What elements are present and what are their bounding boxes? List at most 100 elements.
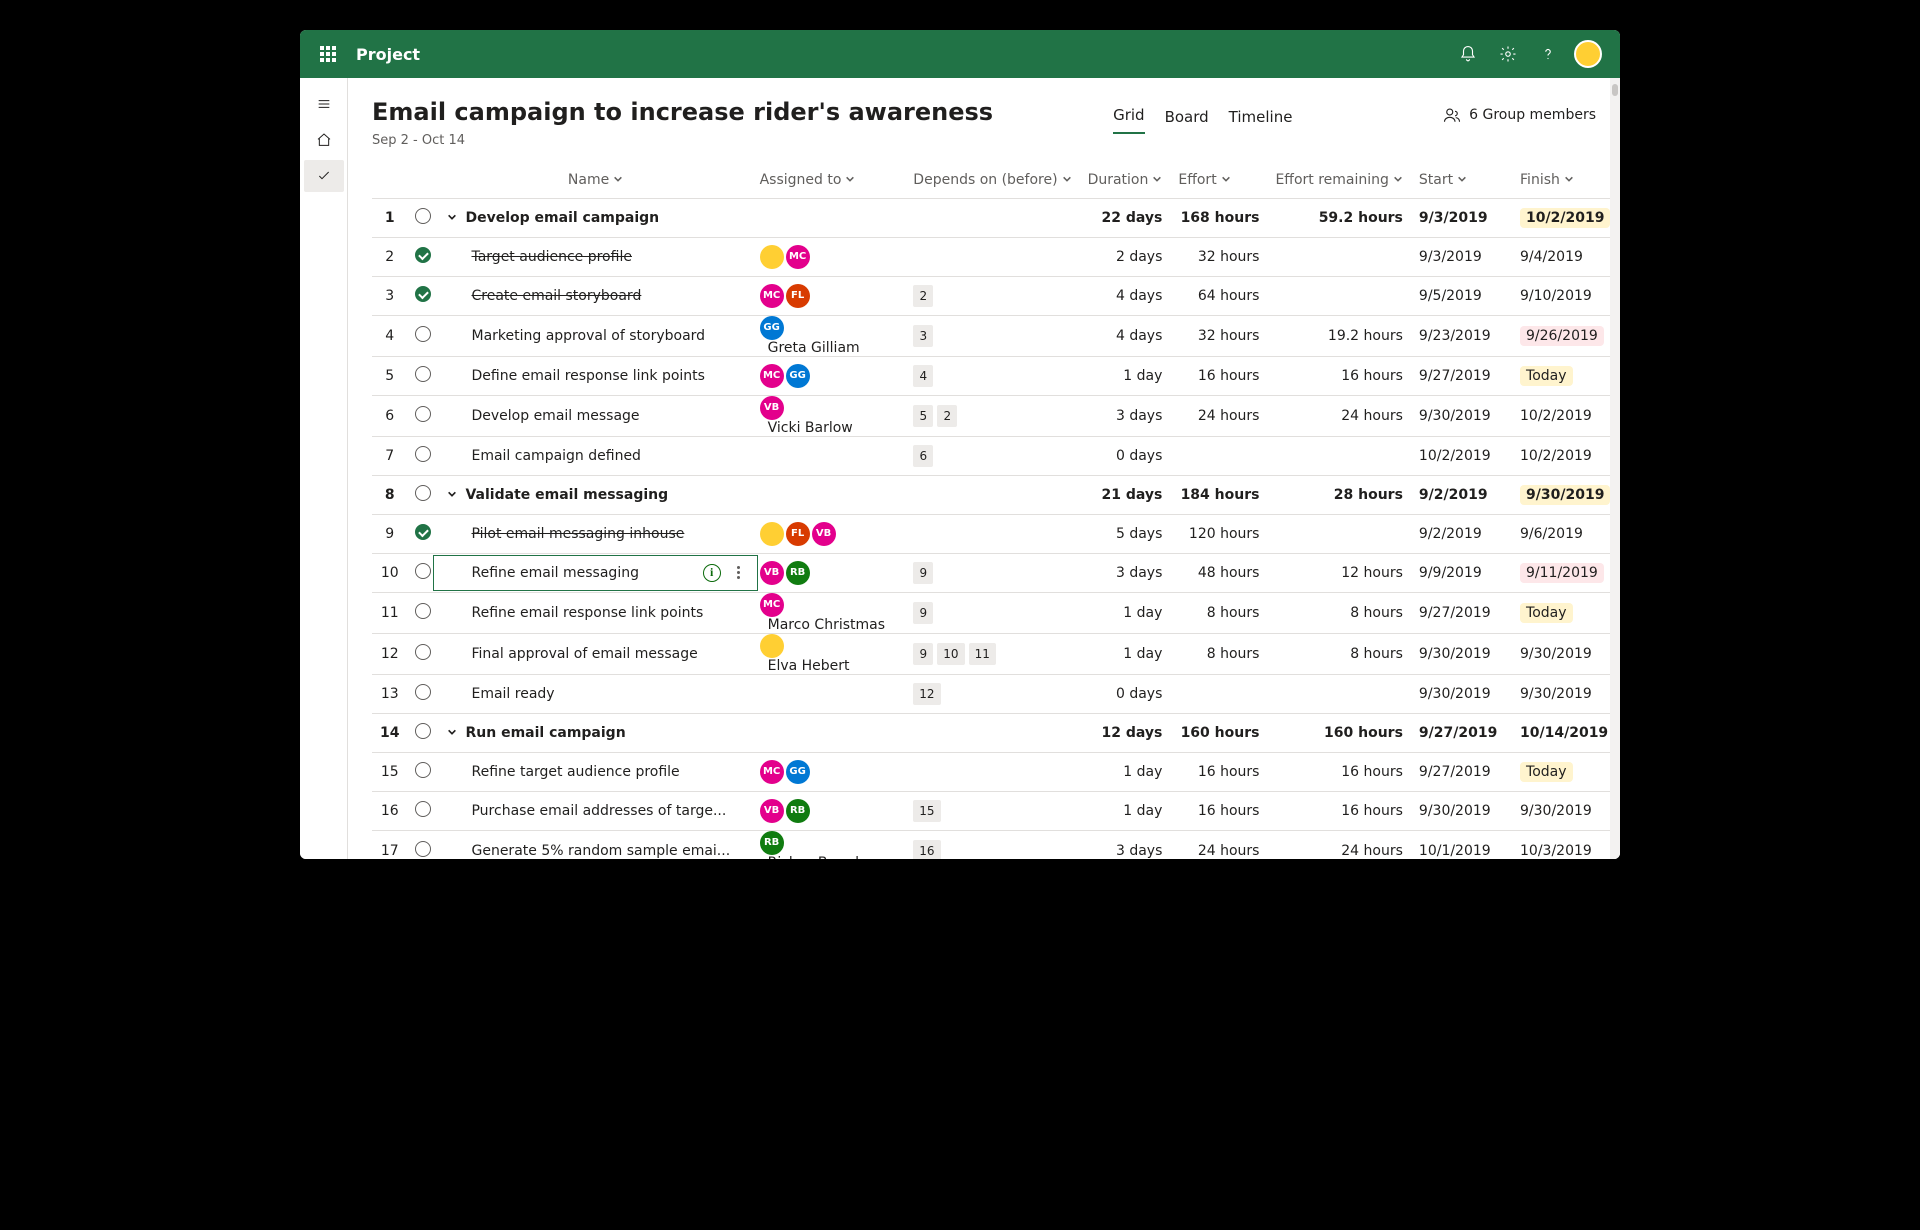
duration-cell[interactable]: 4 days: [1080, 315, 1171, 356]
effort-cell[interactable]: 8 hours: [1170, 592, 1267, 633]
effort-cell[interactable]: 32 hours: [1170, 315, 1267, 356]
remaining-cell[interactable]: [1267, 237, 1410, 276]
col-assigned[interactable]: Assigned to: [752, 166, 906, 199]
task-complete-toggle[interactable]: [415, 684, 431, 700]
duration-cell[interactable]: 1 day: [1080, 592, 1171, 633]
duration-cell[interactable]: 1 day: [1080, 791, 1171, 830]
assigned-cell[interactable]: VBRB: [752, 553, 906, 592]
start-cell[interactable]: 9/30/2019: [1411, 791, 1512, 830]
task-complete-toggle[interactable]: [415, 208, 431, 224]
collapse-chevron-icon[interactable]: [447, 210, 461, 226]
start-cell[interactable]: 9/9/2019: [1411, 553, 1512, 592]
task-name[interactable]: Develop email message: [447, 408, 639, 424]
dependency-chip[interactable]: 2: [937, 405, 957, 427]
task-complete-toggle[interactable]: [415, 524, 431, 540]
finish-cell[interactable]: 9/30/2019: [1512, 475, 1620, 514]
task-row[interactable]: 11Refine email response link pointsMCMar…: [372, 592, 1620, 633]
home-icon[interactable]: [304, 124, 344, 156]
dependency-chip[interactable]: 9: [913, 643, 933, 665]
duration-cell[interactable]: 1 day: [1080, 356, 1171, 395]
start-cell[interactable]: 9/2/2019: [1411, 475, 1512, 514]
remaining-cell[interactable]: 16 hours: [1267, 791, 1410, 830]
effort-cell[interactable]: 64 hours: [1170, 276, 1267, 315]
effort-cell[interactable]: 32 hours: [1170, 237, 1267, 276]
task-name[interactable]: Run email campaign: [465, 725, 625, 741]
finish-cell[interactable]: 10/2/2019: [1512, 395, 1620, 436]
remaining-cell[interactable]: 59.2 hours: [1267, 198, 1410, 237]
assigned-cell[interactable]: [752, 674, 906, 713]
col-duration[interactable]: Duration: [1080, 166, 1171, 199]
finish-cell[interactable]: Today: [1512, 356, 1620, 395]
start-cell[interactable]: 9/30/2019: [1411, 633, 1512, 674]
hamburger-icon[interactable]: [304, 88, 344, 120]
start-cell[interactable]: 9/27/2019: [1411, 356, 1512, 395]
dependency-chip[interactable]: 3: [913, 325, 933, 347]
app-launcher-icon[interactable]: [312, 38, 344, 70]
col-effort[interactable]: Effort: [1170, 166, 1267, 199]
dependency-chip[interactable]: 12: [913, 683, 940, 705]
task-row[interactable]: 5Define email response link pointsMCGG41…: [372, 356, 1620, 395]
start-cell[interactable]: 9/30/2019: [1411, 395, 1512, 436]
finish-cell[interactable]: Today: [1512, 592, 1620, 633]
finish-cell[interactable]: 10/2/2019: [1512, 198, 1620, 237]
task-complete-toggle[interactable]: [415, 801, 431, 817]
effort-cell[interactable]: 168 hours: [1170, 198, 1267, 237]
task-complete-toggle[interactable]: [415, 485, 431, 501]
remaining-cell[interactable]: 28 hours: [1267, 475, 1410, 514]
duration-cell[interactable]: 4 days: [1080, 276, 1171, 315]
remaining-cell[interactable]: 12 hours: [1267, 553, 1410, 592]
effort-cell[interactable]: 8 hours: [1170, 633, 1267, 674]
finish-cell[interactable]: 9/30/2019: [1512, 633, 1620, 674]
task-complete-toggle[interactable]: [415, 603, 431, 619]
task-complete-toggle[interactable]: [415, 406, 431, 422]
finish-cell[interactable]: Today: [1512, 752, 1620, 791]
task-complete-toggle[interactable]: [415, 446, 431, 462]
task-complete-toggle[interactable]: [415, 762, 431, 778]
dependency-chip[interactable]: 2: [913, 285, 933, 307]
task-row[interactable]: 4Marketing approval of storyboardGGGreta…: [372, 315, 1620, 356]
task-name[interactable]: Define email response link points: [447, 368, 704, 384]
task-row[interactable]: 1Develop email campaign22 days168 hours5…: [372, 198, 1620, 237]
remaining-cell[interactable]: 24 hours: [1267, 830, 1410, 859]
start-cell[interactable]: 10/2/2019: [1411, 436, 1512, 475]
effort-cell[interactable]: 16 hours: [1170, 791, 1267, 830]
finish-cell[interactable]: 9/4/2019: [1512, 237, 1620, 276]
duration-cell[interactable]: 1 day: [1080, 752, 1171, 791]
duration-cell[interactable]: 1 day: [1080, 633, 1171, 674]
start-cell[interactable]: 9/27/2019: [1411, 752, 1512, 791]
start-cell[interactable]: 9/3/2019: [1411, 198, 1512, 237]
task-name[interactable]: Develop email campaign: [465, 210, 659, 226]
remaining-cell[interactable]: [1267, 514, 1410, 553]
group-members-button[interactable]: 6 Group members: [1443, 98, 1596, 124]
finish-cell[interactable]: 9/6/2019: [1512, 514, 1620, 553]
assigned-cell[interactable]: Elva Hebert: [752, 633, 906, 674]
remaining-cell[interactable]: [1267, 276, 1410, 315]
assigned-cell[interactable]: MCFL: [752, 276, 906, 315]
effort-cell[interactable]: 48 hours: [1170, 553, 1267, 592]
duration-cell[interactable]: 5 days: [1080, 514, 1171, 553]
user-avatar[interactable]: [1568, 34, 1608, 74]
finish-cell[interactable]: 9/30/2019: [1512, 674, 1620, 713]
finish-cell[interactable]: 9/11/2019: [1512, 553, 1620, 592]
tasks-icon[interactable]: [304, 160, 344, 192]
task-name[interactable]: Pilot email messaging inhouse: [447, 526, 684, 542]
effort-cell[interactable]: 120 hours: [1170, 514, 1267, 553]
task-row[interactable]: 9Pilot email messaging inhouseFLVB5 days…: [372, 514, 1620, 553]
col-remaining[interactable]: Effort remaining: [1267, 166, 1410, 199]
task-complete-toggle[interactable]: [415, 723, 431, 739]
assigned-cell[interactable]: MCGG: [752, 752, 906, 791]
vertical-scrollbar[interactable]: [1610, 78, 1620, 859]
task-complete-toggle[interactable]: [415, 326, 431, 342]
dependency-chip[interactable]: 4: [913, 365, 933, 387]
col-name[interactable]: Name: [439, 166, 751, 199]
task-row[interactable]: 15Refine target audience profileMCGG1 da…: [372, 752, 1620, 791]
help-icon[interactable]: [1528, 34, 1568, 74]
assigned-cell[interactable]: [752, 713, 906, 752]
collapse-chevron-icon[interactable]: [447, 487, 461, 503]
task-name[interactable]: Create email storyboard: [447, 288, 641, 304]
effort-cell[interactable]: 24 hours: [1170, 395, 1267, 436]
remaining-cell[interactable]: 160 hours: [1267, 713, 1410, 752]
dependency-chip[interactable]: 10: [937, 643, 964, 665]
start-cell[interactable]: 9/5/2019: [1411, 276, 1512, 315]
task-row[interactable]: 14Run email campaign12 days160 hours160 …: [372, 713, 1620, 752]
